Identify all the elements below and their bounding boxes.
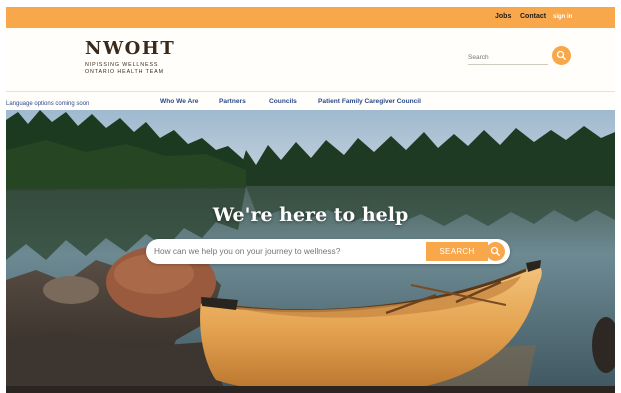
site-logo[interactable]: NWOHT NIPISSING WELLNESS ONTARIO HEALTH …	[85, 40, 175, 75]
header-search-button[interactable]	[552, 46, 571, 65]
language-options-note: Language options coming soon	[6, 101, 90, 107]
hero-search-icon-button[interactable]	[486, 242, 505, 261]
logo-subtitle-line2: ONTARIO HEALTH TEAM	[85, 68, 164, 75]
search-icon	[490, 246, 500, 256]
search-icon	[556, 50, 566, 60]
nav-patient-family-caregiver-council[interactable]: Patient Family Caregiver Council	[318, 98, 421, 105]
hero-title: We're here to help	[212, 204, 409, 226]
sign-in-link[interactable]: sign in	[553, 14, 572, 20]
hero-banner: We're here to help SEARCH	[6, 110, 615, 393]
logo-wordmark: NWOHT	[85, 38, 176, 59]
utility-bar: Jobs Contact sign in	[6, 7, 615, 28]
site-header: NWOHT NIPISSING WELLNESS ONTARIO HEALTH …	[6, 28, 615, 92]
hero-search-input[interactable]	[154, 245, 409, 257]
contact-link[interactable]: Contact	[520, 13, 546, 20]
hero-search-bar: SEARCH	[146, 239, 510, 264]
nav-who-we-are[interactable]: Who We Are	[160, 98, 198, 105]
nav-councils[interactable]: Councils	[269, 98, 297, 105]
main-nav: Who We Are Partners Councils Patient Fam…	[6, 92, 615, 110]
hero-search-button[interactable]: SEARCH	[426, 242, 488, 261]
header-search-input[interactable]	[468, 52, 548, 65]
page-frame: Jobs Contact sign in NWOHT NIPISSING WEL…	[6, 7, 615, 393]
nav-partners[interactable]: Partners	[219, 98, 246, 105]
jobs-link[interactable]: Jobs	[495, 13, 511, 20]
